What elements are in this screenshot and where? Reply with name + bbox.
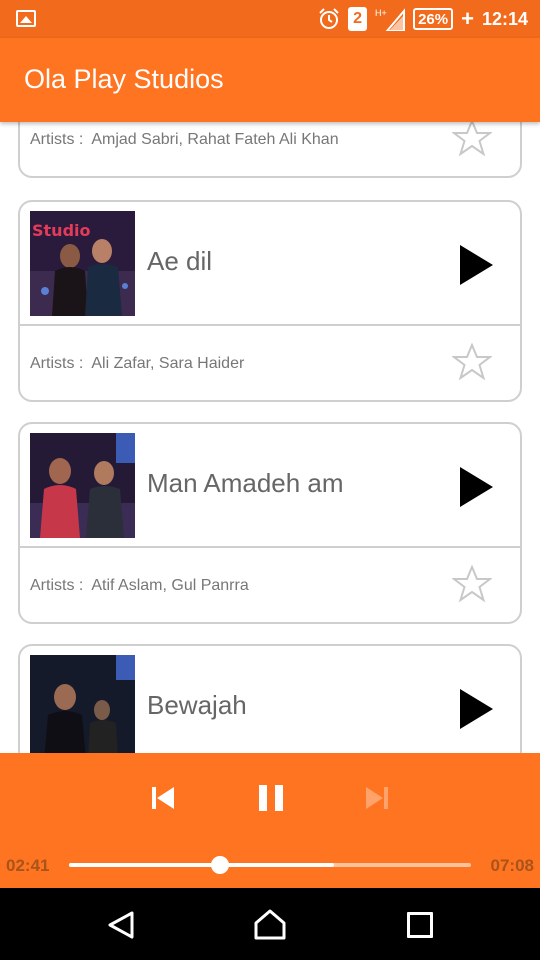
home-icon[interactable] [253,908,287,940]
song-artists: Artists : Amjad Sabri, Rahat Fateh Ali Kh… [30,131,339,149]
gallery-notification-icon [16,10,36,27]
sim-slot-badge: 2 [348,7,368,31]
back-icon[interactable] [106,910,136,940]
seek-bar[interactable] [69,856,471,874]
artists-names: Amjad Sabri, Rahat Fateh Ali Khan [91,131,339,148]
signal-icon: H+ [375,8,406,31]
song-card-header[interactable]: Bewajah [20,646,520,753]
song-card-footer: Artists : Ali Zafar, Sara Haider [20,326,520,400]
song-list[interactable]: Artists : Amjad Sabri, Rahat Fateh Ali Kh… [0,122,540,753]
seek-buffer [69,863,335,867]
artists-label: Artists : [30,131,84,148]
charging-plus-icon: + [461,6,474,31]
song-card-header[interactable]: Man Amadeh am [20,424,520,548]
app-title: Ola Play Studios [24,64,224,94]
play-icon[interactable] [456,686,496,732]
pause-icon[interactable] [256,783,286,813]
battery-indicator: 26% [413,8,454,30]
song-card[interactable]: Studio Ae dil Artists : Ali Zafar, Sara H… [18,200,522,402]
artists-label: Artists : [30,577,84,594]
song-card-footer: Artists : Atif Aslam, Gul Panrra [20,548,520,622]
play-icon[interactable] [456,464,496,510]
song-artists: Artists : Atif Aslam, Gul Panrra [30,577,249,595]
recent-apps-icon[interactable] [407,912,433,938]
song-thumbnail: Studio [30,211,135,316]
seek-thumb[interactable] [210,856,229,874]
song-card-footer: Artists : Amjad Sabri, Rahat Fateh Ali Kh… [20,122,520,176]
song-card-header[interactable]: Studio Ae dil [20,202,520,326]
skip-next-icon[interactable] [362,783,392,813]
battery-percent: 26% [418,10,449,28]
artists-label: Artists : [30,355,84,372]
music-player: 02:41 07:08 [0,753,540,888]
song-thumbnail [30,433,135,538]
song-title: Ae dil [147,246,213,276]
star-icon[interactable] [452,565,492,603]
total-time: 07:08 [490,856,534,875]
system-nav-bar [0,888,540,960]
song-title: Bewajah [147,690,247,720]
clock: 12:14 [481,8,528,29]
song-thumbnail [30,655,135,753]
song-card[interactable]: Bewajah [18,644,522,753]
song-card[interactable]: Artists : Amjad Sabri, Rahat Fateh Ali Kh… [18,122,522,178]
song-title: Man Amadeh am [147,468,344,498]
current-time: 02:41 [6,856,50,875]
song-artists: Artists : Ali Zafar, Sara Haider [30,355,244,373]
star-icon[interactable] [452,343,492,381]
svg-text:H+: H+ [375,8,387,18]
play-icon[interactable] [456,242,496,288]
app-bar: Ola Play Studios [0,38,540,122]
artists-names: Atif Aslam, Gul Panrra [91,577,249,594]
skip-previous-icon[interactable] [148,783,178,813]
studio-brand-text: Studio [32,221,91,240]
star-icon[interactable] [452,122,492,157]
song-card[interactable]: Man Amadeh am Artists : Atif Aslam, Gul P… [18,422,522,624]
artists-names: Ali Zafar, Sara Haider [91,355,245,372]
alarm-icon [319,8,339,29]
status-bar: 2 H+ 26% + 12:14 [0,0,540,38]
